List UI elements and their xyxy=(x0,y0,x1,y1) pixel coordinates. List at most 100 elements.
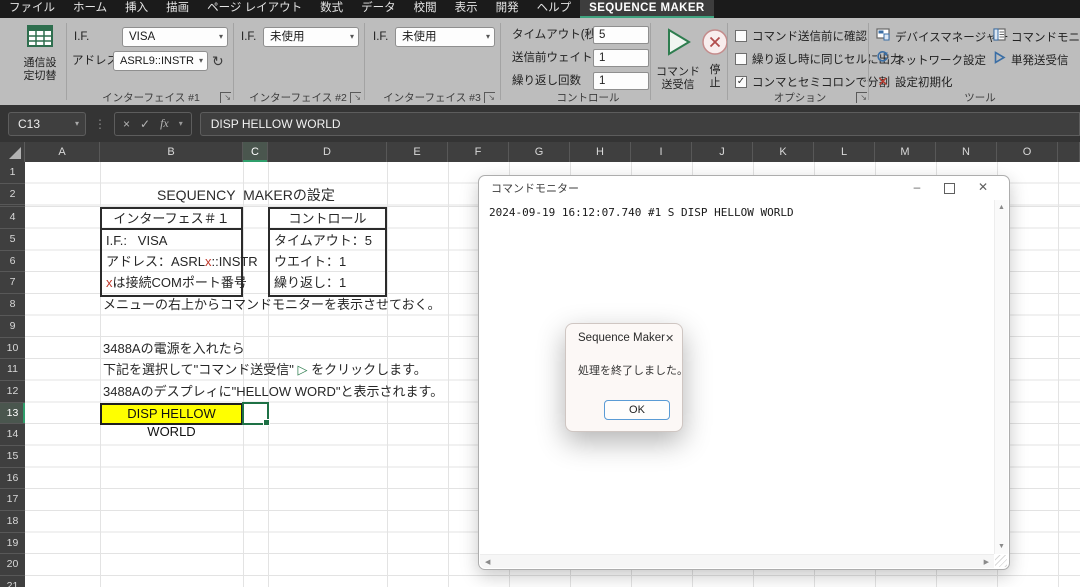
menu-insert[interactable]: 挿入 xyxy=(116,0,157,18)
option-confirm-before-send[interactable]: コマンド送信前に確認 xyxy=(735,28,867,44)
menu-draw[interactable]: 描画 xyxy=(157,0,198,18)
col-header-G[interactable]: G xyxy=(509,142,570,162)
if1-address-dropdown[interactable]: ASRL9::INSTR▾ xyxy=(113,51,208,71)
cell-B13-command[interactable]: DISP HELLOW WORLD xyxy=(100,403,243,425)
name-box[interactable]: C13 ▾ xyxy=(8,112,86,136)
repeat-input[interactable]: 1 xyxy=(593,72,649,90)
vertical-scrollbar[interactable]: ▲ ▼ xyxy=(994,200,1008,554)
col-header-N[interactable]: N xyxy=(936,142,997,162)
row-header-19[interactable]: 19 xyxy=(0,533,25,555)
col-header-H[interactable]: H xyxy=(570,142,631,162)
menu-formulas[interactable]: 数式 xyxy=(311,0,352,18)
col-header-M[interactable]: M xyxy=(875,142,936,162)
if1-dialog-launcher-icon[interactable]: ↘ xyxy=(220,92,231,103)
col-header-J[interactable]: J xyxy=(692,142,753,162)
col-header-L[interactable]: L xyxy=(814,142,875,162)
select-all-corner[interactable] xyxy=(0,142,25,162)
row-header-16[interactable]: 16 xyxy=(0,468,25,490)
chevron-down-icon: ▾ xyxy=(219,28,223,46)
col-header-O[interactable]: O xyxy=(997,142,1058,162)
row-header-2[interactable]: 2 xyxy=(0,184,25,206)
row-header-7[interactable]: 7 xyxy=(0,272,25,294)
row-header-10[interactable]: 10 xyxy=(0,338,25,360)
timeout-input[interactable]: 5 xyxy=(593,26,649,44)
if2-dialog-launcher-icon[interactable]: ↘ xyxy=(350,92,361,103)
scroll-up-icon[interactable]: ▲ xyxy=(998,204,1005,211)
row-header-6[interactable]: 6 xyxy=(0,251,25,273)
options-dialog-launcher-icon[interactable]: ↘ xyxy=(856,92,867,103)
note-row10: 3488Aの電源を入れたら xyxy=(103,338,245,360)
col-header-B[interactable]: B xyxy=(100,142,243,162)
if1-type-dropdown[interactable]: VISA▾ xyxy=(122,27,228,47)
refresh-icon[interactable]: ↻ xyxy=(212,51,224,71)
command-monitor-icon xyxy=(993,28,1006,46)
network-settings-button[interactable]: ネットワーク設定 xyxy=(876,51,986,69)
formula-input[interactable]: DISP HELLOW WORLD xyxy=(200,112,1080,136)
row-header-14[interactable]: 14 xyxy=(0,424,25,446)
scroll-right-icon[interactable]: ▶ xyxy=(984,558,989,566)
row-header-17[interactable]: 17 xyxy=(0,489,25,511)
interface-table-row-if: I.F.: VISA xyxy=(102,230,241,251)
col-header-K[interactable]: K xyxy=(753,142,814,162)
row-header-4[interactable]: 4 xyxy=(0,207,25,229)
minimize-icon[interactable]: – xyxy=(903,176,931,200)
row-header-21[interactable]: 21 xyxy=(0,576,25,587)
col-header-partial[interactable] xyxy=(1058,142,1080,162)
col-header-C[interactable]: C xyxy=(243,142,268,162)
group-separator xyxy=(650,23,651,100)
col-header-F[interactable]: F xyxy=(448,142,509,162)
menu-file[interactable]: ファイル xyxy=(0,0,64,18)
device-manager-button[interactable]: デバイスマネージャー xyxy=(876,28,1009,46)
maximize-icon[interactable] xyxy=(935,176,963,200)
row-header-18[interactable]: 18 xyxy=(0,511,25,533)
menu-view[interactable]: 表示 xyxy=(446,0,487,18)
col-header-A[interactable]: A xyxy=(25,142,100,162)
option-split-comma-semicolon[interactable]: ✓ コンマとセミコロンで分割 xyxy=(735,74,890,90)
control-table-row-timeout: タイムアウト：5 xyxy=(270,230,385,251)
horizontal-scrollbar[interactable]: ◀ ▶ xyxy=(480,554,994,568)
reset-settings-button[interactable]: ✕ 設定初期化 xyxy=(876,74,953,90)
menu-page-layout[interactable]: ページ レイアウト xyxy=(198,0,311,18)
active-cell-C13[interactable] xyxy=(242,402,269,425)
row-header-9[interactable]: 9 xyxy=(0,316,25,338)
if3-type-dropdown[interactable]: 未使用▾ xyxy=(395,27,495,47)
row-header-12[interactable]: 12 xyxy=(0,381,25,403)
col-header-E[interactable]: E xyxy=(387,142,448,162)
close-icon[interactable]: ✕ xyxy=(969,176,997,200)
wait-input[interactable]: 1 xyxy=(593,49,649,67)
insert-function-icon[interactable]: fx xyxy=(160,116,169,131)
enter-icon[interactable]: ✓ xyxy=(140,117,150,131)
menu-data[interactable]: データ xyxy=(352,0,405,18)
menu-home[interactable]: ホーム xyxy=(64,0,116,18)
command-monitor-button[interactable]: コマンドモニター xyxy=(993,28,1080,46)
scroll-down-icon[interactable]: ▼ xyxy=(998,543,1005,550)
ok-button[interactable]: OK xyxy=(604,400,670,420)
menu-help[interactable]: ヘルプ xyxy=(528,0,581,18)
if2-type-dropdown[interactable]: 未使用▾ xyxy=(263,27,359,47)
tab-sequence-maker[interactable]: SEQUENCE MAKER xyxy=(580,0,714,18)
scroll-left-icon[interactable]: ◀ xyxy=(485,558,490,566)
menu-review[interactable]: 校閲 xyxy=(405,0,446,18)
menu-developer[interactable]: 開発 xyxy=(487,0,528,18)
command-send-receive-button[interactable]: コマンド送受信 xyxy=(652,26,704,91)
close-icon[interactable]: ✕ xyxy=(665,332,674,345)
comm-settings-switch-label: 通信設定切替 xyxy=(22,57,58,83)
col-header-I[interactable]: I xyxy=(631,142,692,162)
resize-grip[interactable] xyxy=(995,555,1007,567)
row-header-1[interactable]: 1 xyxy=(0,162,25,184)
row-header-11[interactable]: 11 xyxy=(0,359,25,381)
if3-dialog-launcher-icon[interactable]: ↘ xyxy=(484,92,495,103)
interface-table-row-address: アドレス：ASRLx::INSTR xyxy=(102,251,241,272)
single-send-receive-button[interactable]: 単発送受信 xyxy=(993,51,1069,69)
row-header-15[interactable]: 15 xyxy=(0,446,25,468)
comm-settings-switch-button[interactable]: 通信設定切替 xyxy=(16,24,64,102)
row-header-5[interactable]: 5 xyxy=(0,229,25,251)
row-header-20[interactable]: 20 xyxy=(0,554,25,576)
if2-group-label: インターフェイス #2 xyxy=(243,90,353,105)
stop-label: 停止 xyxy=(709,64,722,89)
stop-button[interactable]: 停止 xyxy=(700,28,730,89)
cancel-icon[interactable]: × xyxy=(123,117,130,131)
row-header-8[interactable]: 8 xyxy=(0,294,25,316)
col-header-D[interactable]: D xyxy=(268,142,387,162)
row-header-13[interactable]: 13 xyxy=(0,403,25,425)
